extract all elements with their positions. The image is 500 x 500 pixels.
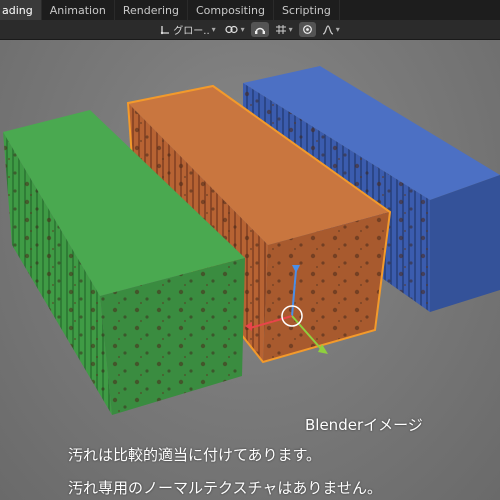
orientation-label: グロー.. [173,26,210,37]
3d-viewport[interactable]: Blenderイメージ 汚れは比較的適当に付けてあります。 汚れ専用のノーマルテ… [0,40,500,500]
workspace-tabs: ading Animation Rendering Compositing Sc… [0,0,500,20]
scene-render [3,66,500,415]
tab-compositing[interactable]: Compositing [188,0,274,20]
viewport-header: グロー.. ▾ ▾ ▾ ▾ [0,20,500,40]
caption-line-2: 汚れ専用のノーマルテクスチャはありません。 [68,479,382,497]
chevron-down-icon: ▾ [335,25,340,34]
falloff-curve-icon [322,24,334,35]
tab-shading[interactable]: ading [0,0,42,20]
proportional-editing-toggle[interactable] [298,22,316,37]
tab-scripting[interactable]: Scripting [274,0,340,20]
transform-orientation-dropdown[interactable]: グロー.. ▾ [157,22,218,37]
caption-title: Blenderイメージ [305,416,423,434]
pivot-icon [225,24,239,35]
snap-target-dropdown[interactable]: ▾ [272,22,296,37]
chevron-down-icon: ▾ [288,25,293,34]
tab-rendering[interactable]: Rendering [115,0,188,20]
tab-animation[interactable]: Animation [42,0,115,20]
chevron-down-icon: ▾ [240,25,245,34]
orientation-icon [160,24,171,35]
caption-line-1: 汚れは比較的適当に付けてあります。 [68,446,322,464]
pivot-point-dropdown[interactable]: ▾ [222,22,248,37]
grid-snap-icon [275,24,287,35]
falloff-dropdown[interactable]: ▾ [319,22,343,37]
proportional-editing-icon [302,24,313,35]
chevron-down-icon: ▾ [211,25,216,34]
snap-icon [254,24,266,35]
snap-toggle[interactable] [250,22,269,37]
